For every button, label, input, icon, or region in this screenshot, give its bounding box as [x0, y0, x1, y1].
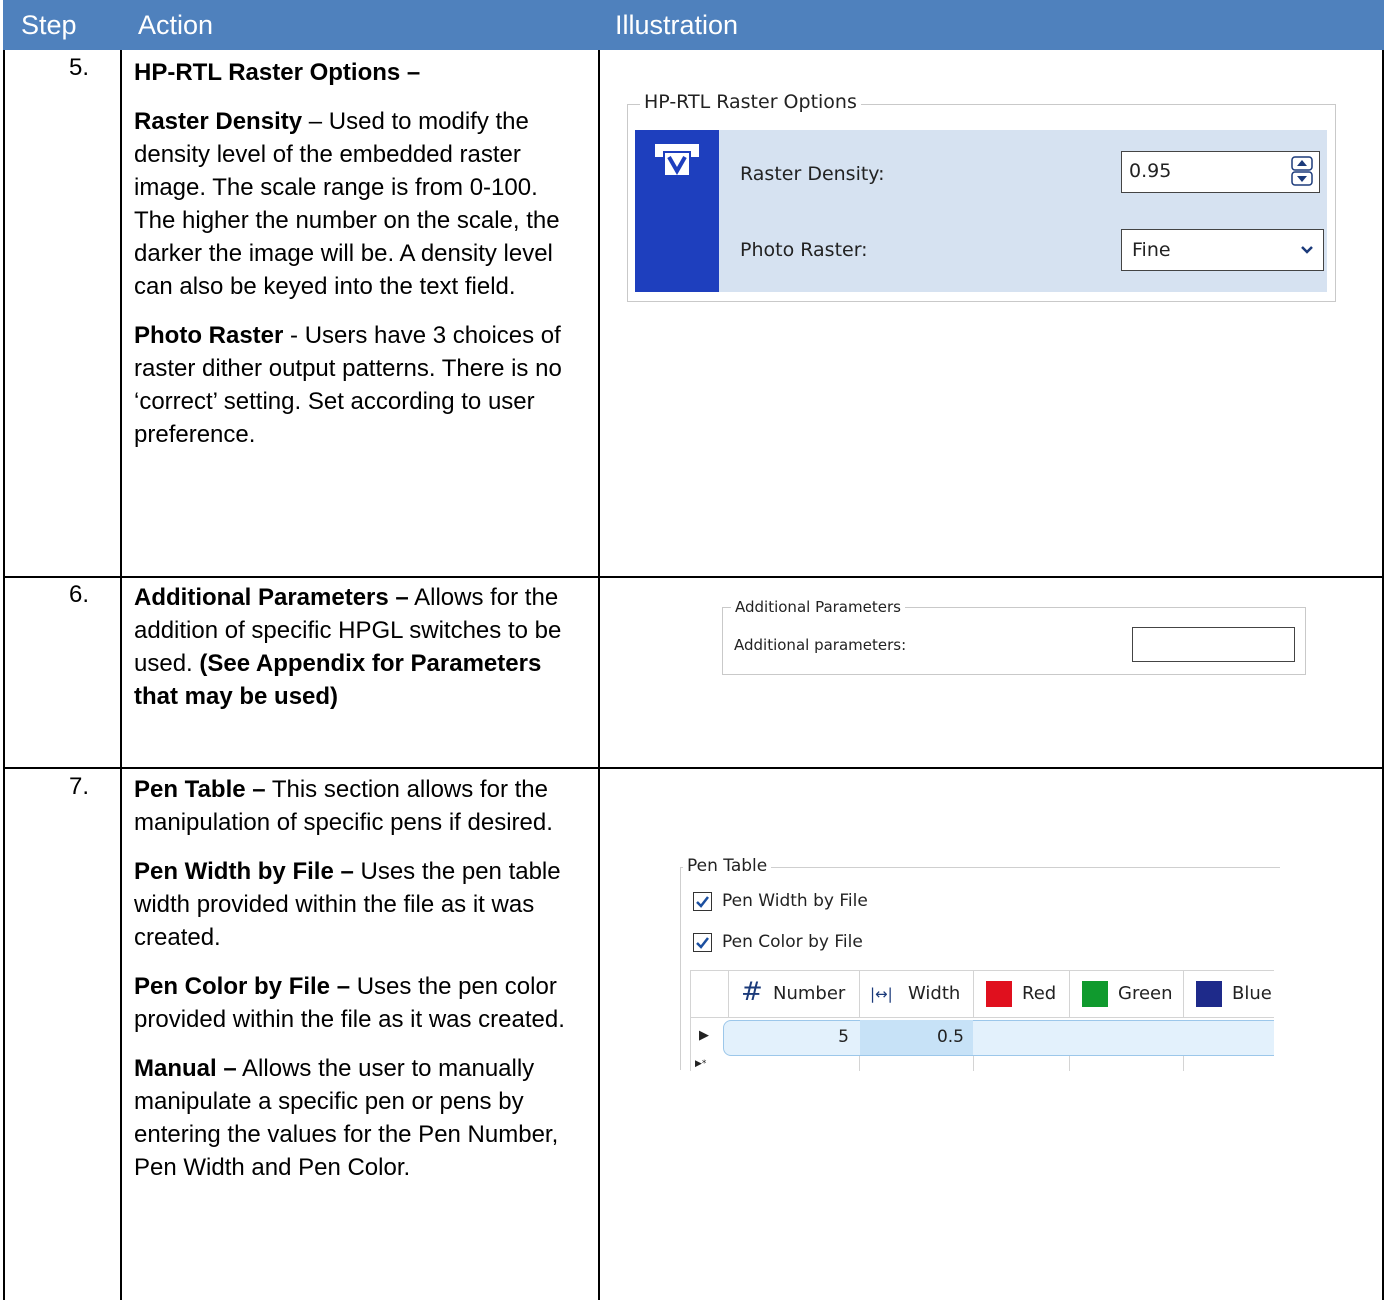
raster-density-spinner[interactable]: 0.95: [1121, 151, 1320, 193]
row-header-column: [691, 971, 729, 1017]
step-number: 6.: [69, 581, 90, 608]
action-text: HP-RTL Raster Options – Raster Density –…: [134, 59, 562, 448]
red-swatch-icon: [986, 981, 1012, 1007]
column-header-red[interactable]: Red: [974, 971, 1070, 1017]
chevron-down-icon[interactable]: [1301, 246, 1313, 254]
pen-color-by-file-checkbox[interactable]: [693, 933, 712, 952]
column-header-green[interactable]: Green: [1070, 971, 1184, 1017]
pen-table-group-border-left: [680, 867, 681, 1070]
header-step: Step: [21, 10, 77, 40]
raster-density-label: Raster Density:: [740, 163, 885, 185]
spinner-arrows-icon[interactable]: [1291, 156, 1313, 186]
column-header-blue[interactable]: Blue: [1184, 971, 1274, 1017]
current-row-indicator-icon: ▶: [699, 1028, 709, 1043]
pen-width-by-file-label[interactable]: Pen Width by File: [722, 891, 868, 911]
checkmark-icon: [696, 937, 709, 949]
grid-line: [859, 1056, 860, 1071]
hash-icon: #: [741, 977, 763, 1007]
raster-icon-bar: [635, 130, 719, 292]
photo-raster-select[interactable]: Fine: [1121, 229, 1324, 271]
pen-color-by-file-label[interactable]: Pen Color by File: [722, 932, 863, 952]
raster-icon: [655, 144, 699, 176]
pen-table-title: Pen Table: [683, 856, 772, 876]
photo-raster-label: Photo Raster:: [740, 239, 868, 261]
header-action: Action: [138, 10, 214, 40]
step-number: 5.: [69, 54, 90, 81]
action-text: Additional Parameters – Allows for the a…: [134, 584, 562, 710]
new-row-indicator-icon: ▶*: [695, 1059, 707, 1069]
table-border-right: [1382, 50, 1384, 1300]
table-header: Step Action Illustration: [3, 0, 1384, 50]
column-header-number[interactable]: # Number: [729, 971, 860, 1017]
photo-raster-value[interactable]: Fine: [1132, 239, 1171, 261]
pen-number-cell[interactable]: 5: [729, 1027, 849, 1047]
row-divider: [3, 576, 1384, 578]
column-divider-step: [120, 50, 122, 1300]
column-divider-action: [598, 50, 600, 1300]
header-illustration: Illustration: [615, 10, 739, 40]
raster-density-value[interactable]: 0.95: [1129, 160, 1171, 182]
pen-width-cell[interactable]: 0.5: [860, 1027, 964, 1047]
additional-parameters-label: Additional parameters:: [734, 636, 907, 654]
action-text: Pen Table – This section allows for the …: [134, 776, 565, 1181]
grid-line: [1069, 1056, 1070, 1071]
additional-parameters-title: Additional Parameters: [731, 598, 905, 616]
step-number: 7.: [69, 773, 90, 800]
raster-options-title: HP-RTL Raster Options: [640, 91, 861, 113]
table-row[interactable]: ▶ 5 0.5: [691, 1018, 1274, 1056]
additional-parameters-input[interactable]: [1132, 627, 1295, 662]
blue-swatch-icon: [1196, 981, 1222, 1007]
pen-table-grid[interactable]: # Number |↔| Width Red Green Blue ▶ 5 0.…: [690, 970, 1274, 1071]
width-arrows-icon: |↔|: [870, 985, 893, 1003]
pen-width-by-file-checkbox[interactable]: [693, 892, 712, 911]
grid-line: [1183, 1056, 1184, 1071]
grid-line: [973, 1056, 974, 1071]
column-header-width[interactable]: |↔| Width: [860, 971, 974, 1017]
checkmark-icon: [696, 896, 709, 908]
table-border-left: [3, 50, 5, 1300]
green-swatch-icon: [1082, 981, 1108, 1007]
row-divider: [3, 767, 1384, 769]
